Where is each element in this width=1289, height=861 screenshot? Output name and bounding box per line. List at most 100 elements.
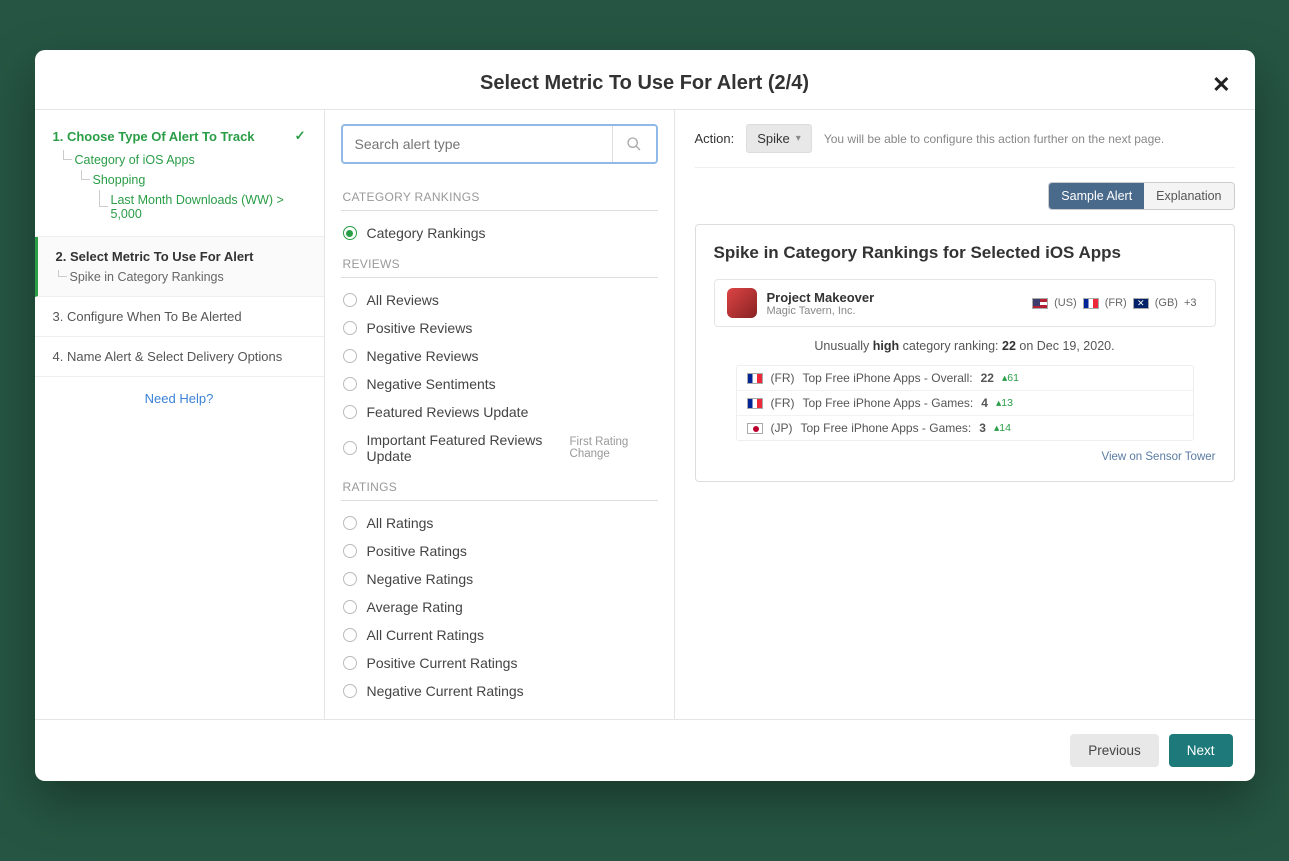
action-select[interactable]: Spike ▾ bbox=[746, 124, 812, 153]
more-countries: +3 bbox=[1184, 297, 1197, 309]
metric-option[interactable]: Positive Ratings bbox=[341, 537, 658, 565]
metric-label: All Current Ratings bbox=[367, 627, 485, 643]
metric-label: Negative Current Ratings bbox=[367, 683, 524, 699]
radio-icon bbox=[343, 405, 357, 419]
flag-icon bbox=[1083, 298, 1099, 309]
country-code: (FR) bbox=[1105, 297, 1127, 309]
step-3[interactable]: 3. Configure When To Be Alerted bbox=[35, 297, 324, 337]
view-on-sensor-tower-link[interactable]: View on Sensor Tower bbox=[714, 451, 1216, 463]
close-icon[interactable]: ✕ bbox=[1212, 72, 1230, 98]
metric-group-header: RATINGS bbox=[341, 470, 658, 501]
radio-icon bbox=[343, 628, 357, 642]
step-3-title: 3. Configure When To Be Alerted bbox=[53, 309, 242, 324]
radio-icon bbox=[343, 684, 357, 698]
sample-title: Spike in Category Rankings for Selected … bbox=[714, 243, 1216, 263]
action-label: Action: bbox=[695, 131, 735, 146]
tree-item[interactable]: Category of iOS Apps bbox=[63, 150, 306, 170]
rank-item: (FR) Top Free iPhone Apps - Games: 4 ▴13 bbox=[737, 391, 1193, 416]
wizard-sidebar: 1. Choose Type Of Alert To Track ✓ Categ… bbox=[35, 110, 325, 719]
country-code: (GB) bbox=[1155, 297, 1178, 309]
search-button[interactable] bbox=[612, 126, 656, 162]
rank-list: (FR) Top Free iPhone Apps - Overall: 22 … bbox=[736, 365, 1194, 441]
unusual-summary: Unusually high category ranking: 22 on D… bbox=[714, 339, 1216, 353]
metric-label: Category Rankings bbox=[367, 225, 486, 241]
modal-body: 1. Choose Type Of Alert To Track ✓ Categ… bbox=[35, 109, 1255, 719]
metric-label: Positive Ratings bbox=[367, 543, 467, 559]
radio-icon bbox=[343, 516, 357, 530]
metric-label: Positive Current Ratings bbox=[367, 655, 518, 671]
metric-label: Featured Reviews Update bbox=[367, 404, 529, 420]
modal-title: Select Metric To Use For Alert (2/4) bbox=[480, 72, 809, 95]
preview-toggle-row: Sample Alert Explanation bbox=[695, 182, 1235, 210]
search-wrap bbox=[341, 124, 658, 164]
step-1-title: 1. Choose Type Of Alert To Track bbox=[53, 129, 255, 144]
metric-option[interactable]: Category Rankings bbox=[341, 219, 658, 247]
step-4-title: 4. Name Alert & Select Delivery Options bbox=[53, 349, 283, 364]
metric-label: Negative Ratings bbox=[367, 571, 474, 587]
metric-option[interactable]: Negative Current Ratings bbox=[341, 677, 658, 705]
previous-button[interactable]: Previous bbox=[1070, 734, 1159, 767]
radio-icon bbox=[343, 321, 357, 335]
step-1-tree: Category of iOS Apps Shopping Last Month… bbox=[53, 150, 306, 224]
step-4[interactable]: 4. Name Alert & Select Delivery Options bbox=[35, 337, 324, 377]
metric-label: All Ratings bbox=[367, 515, 434, 531]
tab-explanation[interactable]: Explanation bbox=[1144, 183, 1233, 209]
search-input[interactable] bbox=[343, 126, 612, 162]
rank-delta: ▴13 bbox=[996, 397, 1013, 409]
app-icon bbox=[727, 288, 757, 318]
radio-icon bbox=[343, 572, 357, 586]
flag-icon bbox=[747, 423, 763, 434]
chevron-down-icon: ▾ bbox=[796, 133, 801, 144]
metric-option[interactable]: Negative Sentiments bbox=[341, 370, 658, 398]
metric-option[interactable]: Positive Reviews bbox=[341, 314, 658, 342]
metric-option[interactable]: All Ratings bbox=[341, 509, 658, 537]
metric-group-header: CATEGORY RANKINGS bbox=[341, 180, 658, 211]
step-2-title: 2. Select Metric To Use For Alert bbox=[56, 249, 254, 264]
metric-option[interactable]: All Current Ratings bbox=[341, 621, 658, 649]
need-help-link[interactable]: Need Help? bbox=[35, 377, 324, 420]
action-value: Spike bbox=[757, 131, 790, 146]
metric-option[interactable]: Important Featured Reviews UpdateFirst R… bbox=[341, 426, 658, 470]
action-hint: You will be able to configure this actio… bbox=[824, 132, 1164, 146]
flag-icon bbox=[1032, 298, 1048, 309]
country-code: (US) bbox=[1054, 297, 1077, 309]
metric-option[interactable]: Featured Reviews Update bbox=[341, 398, 658, 426]
radio-icon bbox=[343, 441, 357, 455]
radio-icon bbox=[343, 600, 357, 614]
action-row: Action: Spike ▾ You will be able to conf… bbox=[695, 124, 1235, 168]
metric-label: Negative Sentiments bbox=[367, 376, 496, 392]
rank-item: (JP) Top Free iPhone Apps - Games: 3 ▴14 bbox=[737, 416, 1193, 440]
radio-icon bbox=[343, 349, 357, 363]
search-icon bbox=[626, 136, 642, 152]
tree-item[interactable]: Last Month Downloads (WW) > 5,000 bbox=[99, 190, 306, 224]
flag-icon bbox=[747, 373, 763, 384]
step-1[interactable]: 1. Choose Type Of Alert To Track ✓ Categ… bbox=[35, 116, 324, 237]
metric-option[interactable]: Average Rating bbox=[341, 593, 658, 621]
metric-label: Negative Reviews bbox=[367, 348, 479, 364]
alert-wizard-modal: Select Metric To Use For Alert (2/4) ✕ 1… bbox=[35, 50, 1255, 781]
radio-icon bbox=[343, 544, 357, 558]
metric-option[interactable]: Positive Current Ratings bbox=[341, 649, 658, 677]
radio-icon bbox=[343, 293, 357, 307]
tree-item[interactable]: Shopping bbox=[81, 170, 306, 190]
preview-panel: Action: Spike ▾ You will be able to conf… bbox=[675, 110, 1255, 719]
rank-delta: ▴14 bbox=[994, 422, 1011, 434]
tab-sample-alert[interactable]: Sample Alert bbox=[1049, 183, 1144, 209]
flag-icon bbox=[1133, 298, 1149, 309]
app-name: Project Makeover bbox=[767, 290, 875, 305]
rank-item: (FR) Top Free iPhone Apps - Overall: 22 … bbox=[737, 366, 1193, 391]
metric-group-header: REVIEWS bbox=[341, 247, 658, 278]
flag-icon bbox=[747, 398, 763, 409]
metric-option[interactable]: All Reviews bbox=[341, 286, 658, 314]
preview-toggle: Sample Alert Explanation bbox=[1048, 182, 1234, 210]
step-2-subitem: Spike in Category Rankings bbox=[56, 270, 306, 284]
metric-option[interactable]: Negative Ratings bbox=[341, 565, 658, 593]
rank-delta: ▴61 bbox=[1002, 372, 1019, 384]
metric-label: Average Rating bbox=[367, 599, 463, 615]
sample-alert-card: Spike in Category Rankings for Selected … bbox=[695, 224, 1235, 482]
metric-option[interactable]: Negative Reviews bbox=[341, 342, 658, 370]
next-button[interactable]: Next bbox=[1169, 734, 1233, 767]
metric-label: All Reviews bbox=[367, 292, 439, 308]
app-meta: Project Makeover Magic Tavern, Inc. bbox=[767, 290, 875, 317]
step-2[interactable]: 2. Select Metric To Use For Alert Spike … bbox=[35, 237, 324, 297]
